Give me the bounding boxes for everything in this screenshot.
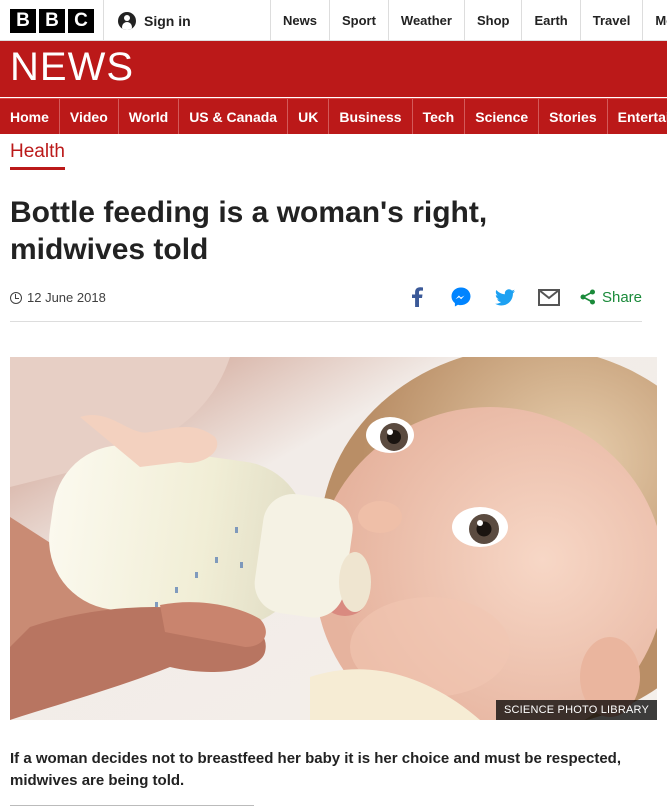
email-icon[interactable] (537, 286, 560, 308)
share-button[interactable]: Share (580, 289, 642, 306)
global-nav: News Sport Weather Shop Earth Travel Mo (270, 0, 667, 41)
user-icon (118, 11, 136, 30)
bbc-logo-letter: C (68, 9, 94, 33)
bbc-logo-letter: B (39, 9, 65, 33)
share-tools: Share (384, 286, 642, 308)
global-nav-shop[interactable]: Shop (463, 0, 522, 41)
image-credit: SCIENCE PHOTO LIBRARY (496, 700, 657, 720)
clock-icon (10, 291, 22, 304)
section-nav: Home Video World US & Canada UK Business… (0, 98, 667, 134)
facebook-icon[interactable] (406, 286, 428, 308)
article-image: SCIENCE PHOTO LIBRARY (10, 357, 657, 720)
article-headline: Bottle feeding is a woman's right, midwi… (10, 196, 488, 266)
baby-bottle-photo (10, 357, 657, 720)
news-logo[interactable]: NEWS (10, 47, 134, 87)
global-header: B B C Sign in News Sport Weather Shop Ea… (0, 0, 667, 41)
section-nav-stories[interactable]: Stories (539, 99, 608, 134)
article-meta: 12 June 2018 Share (10, 282, 642, 322)
global-nav-weather[interactable]: Weather (387, 0, 464, 41)
bbc-logo[interactable]: B B C (10, 9, 94, 33)
twitter-icon[interactable] (494, 286, 516, 308)
section-nav-world[interactable]: World (119, 99, 180, 134)
bbc-logo-letter: B (10, 9, 36, 33)
section-nav-entertainment[interactable]: Entertain (608, 99, 667, 134)
section-nav-business[interactable]: Business (329, 99, 413, 134)
section-nav-video[interactable]: Video (60, 99, 119, 134)
date-text: 12 June 2018 (27, 290, 106, 305)
section-nav-tech[interactable]: Tech (413, 99, 466, 134)
section-label[interactable]: Health (10, 141, 65, 170)
section-nav-science[interactable]: Science (465, 99, 540, 134)
share-label: Share (601, 288, 642, 306)
messenger-icon[interactable] (450, 286, 472, 308)
global-nav-sport[interactable]: Sport (328, 0, 388, 41)
section-nav-home[interactable]: Home (0, 99, 60, 134)
divider (103, 0, 104, 41)
global-nav-travel[interactable]: Travel (579, 0, 643, 41)
global-nav-more[interactable]: Mo (642, 0, 667, 41)
sign-in-label: Sign in (144, 12, 191, 29)
global-nav-news[interactable]: News (270, 0, 329, 41)
share-icon (580, 289, 595, 305)
article-date: 12 June 2018 (10, 290, 106, 305)
divider (10, 805, 254, 806)
sign-in-link[interactable]: Sign in (118, 0, 191, 41)
section-nav-us-canada[interactable]: US & Canada (179, 99, 289, 134)
section-nav-uk[interactable]: UK (288, 99, 330, 134)
article-intro: If a woman decides not to breastfeed her… (10, 750, 621, 789)
global-nav-earth[interactable]: Earth (521, 0, 579, 41)
